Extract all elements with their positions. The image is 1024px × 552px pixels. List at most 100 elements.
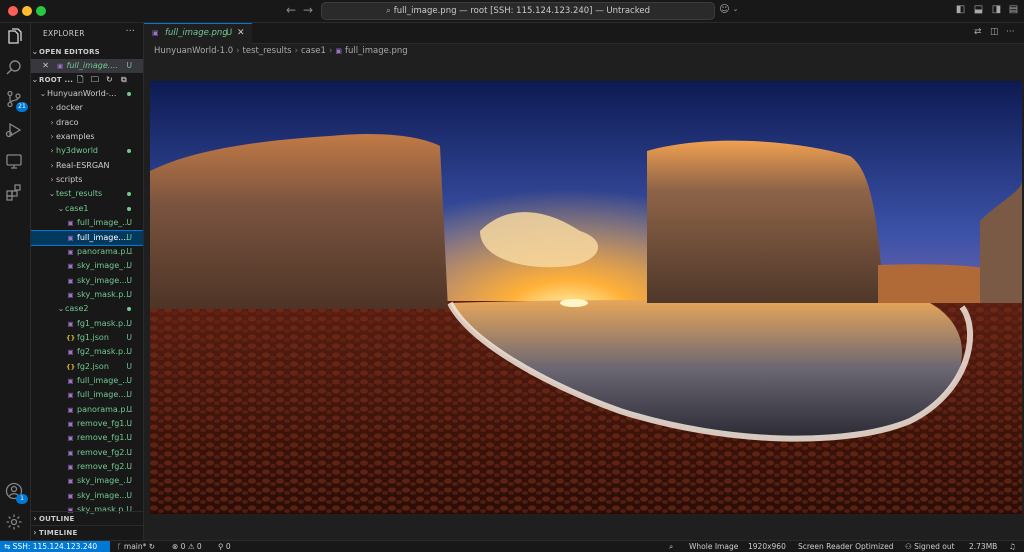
open-editors-header[interactable]: ⌄OPEN EDITORS (31, 45, 143, 59)
open-editor-item[interactable]: ✕ ▣ full_image.... U (31, 59, 143, 73)
screen-reader-mode[interactable]: Screen Reader Optimized (798, 541, 894, 552)
chevron-right-icon: › (50, 175, 54, 185)
git-branch-icon: ᚴ (117, 542, 124, 551)
tree-file[interactable]: ▣ sky_mask.p... U (31, 288, 143, 302)
window-close-button[interactable] (8, 6, 18, 16)
tree-file[interactable]: ▣ remove_fg2... U (31, 460, 143, 474)
close-icon[interactable]: ✕ (31, 59, 49, 73)
chevron-down-icon: ⌄ (57, 203, 65, 213)
tree-item-label: hy3dworld (56, 146, 98, 156)
zoom-icon[interactable]: ⌕ (669, 541, 673, 552)
tree-file[interactable]: ▣ full_image.... U (31, 229, 143, 246)
tree-folder[interactable]: ⌄test_results (31, 187, 143, 201)
tree-file[interactable]: ▣ full_image_... U (31, 374, 143, 388)
tree-file[interactable]: ▣ remove_fg2... U (31, 446, 143, 460)
tree-file[interactable]: ▣ panorama.p... U (31, 403, 143, 417)
toggle-primary-sidebar-icon[interactable]: ◧ (955, 4, 966, 15)
open-editor-label: full_image.... (66, 61, 118, 70)
tree-file[interactable]: ▣ fg1_mask.p... U (31, 317, 143, 331)
more-actions-icon[interactable]: ··· (1006, 27, 1015, 37)
breadcrumb-item[interactable]: test_results (243, 46, 292, 56)
tree-folder[interactable]: › Real-ESRGAN (31, 159, 143, 173)
new-folder-icon[interactable]: 🗀 (91, 73, 99, 87)
image-file-icon: ▣ (67, 420, 74, 429)
untracked-badge: U (126, 433, 133, 443)
tree-folder[interactable]: ⌄case1 (31, 202, 143, 216)
window-minimize-button[interactable] (22, 6, 32, 16)
toggle-secondary-sidebar-icon[interactable]: ◨ (991, 4, 1002, 15)
collapse-all-icon[interactable]: ⧉ (121, 73, 127, 87)
breadcrumb-item[interactable]: HunyuanWorld-1.0 (154, 46, 233, 56)
close-icon[interactable]: ✕ (237, 24, 245, 43)
source-control-icon[interactable]: 21 (5, 90, 28, 112)
tree-item-label: full_image_... (77, 218, 130, 228)
tab-status-badge: U (226, 28, 233, 38)
tree-file[interactable]: ▣ sky_image.... U (31, 489, 143, 503)
extensions-icon[interactable] (5, 183, 25, 203)
tree-file[interactable]: ▣ fg2_mask.p... U (31, 345, 143, 359)
tree-file[interactable]: ▣ full_image.... U (31, 388, 143, 402)
refresh-icon[interactable]: ↻ (106, 73, 113, 87)
breadcrumb-item[interactable]: case1 (301, 46, 326, 56)
new-file-icon[interactable]: 🗋 (77, 73, 84, 87)
remote-indicator[interactable]: ⇆ SSH: 115.124.123.240 (0, 541, 110, 552)
forward-arrow-icon[interactable]: → (303, 3, 313, 17)
tree-file[interactable]: {} fg1.json U (31, 331, 143, 345)
chevron-down-icon[interactable]: ⌄ (730, 4, 741, 15)
image-preview[interactable] (150, 81, 1022, 514)
zoom-level[interactable]: Whole Image (689, 541, 738, 552)
change-dot (127, 192, 131, 197)
outline-header[interactable]: › OUTLINE (31, 511, 143, 526)
explorer-icon[interactable] (5, 28, 25, 48)
tree-file[interactable]: ▣ remove_fg1... U (31, 431, 143, 445)
back-arrow-icon[interactable]: ← (286, 3, 296, 17)
image-file-icon: ▣ (67, 247, 74, 256)
tree-file[interactable]: ▣ sky_image.... U (31, 274, 143, 288)
tree-folder[interactable]: › docker (31, 101, 143, 115)
split-editor-icon[interactable]: ◫ (990, 27, 999, 37)
tree-file[interactable]: ▣ panorama.p... U (31, 245, 143, 259)
copilot-icon[interactable]: ☺ (719, 4, 730, 15)
ports-indicator[interactable]: ⚲ 0 (218, 541, 231, 552)
chevron-down-icon: ⌄ (39, 89, 47, 98)
root-folder-header[interactable]: ⌄ROOT ... 🗋 🗀 ↻ ⧉ (31, 73, 143, 87)
toggle-panel-icon[interactable]: ⬓ (973, 4, 984, 15)
manage-gear-icon[interactable] (5, 513, 25, 533)
tree-item-label: test_results (56, 189, 103, 199)
accounts-icon[interactable]: 1 (5, 482, 28, 504)
run-debug-icon[interactable] (5, 121, 25, 141)
tree-folder[interactable]: › draco (31, 116, 143, 130)
tree-folder[interactable]: ⌄HunyuanWorld-... (31, 87, 143, 101)
notifications-bell-icon[interactable]: ♫ (1009, 541, 1016, 552)
branch-indicator[interactable]: ᚴ main* ↻ (117, 541, 155, 552)
window-maximize-button[interactable] (36, 6, 46, 16)
tree-folder[interactable]: › scripts (31, 173, 143, 187)
tree-file[interactable]: ▣ sky_image_... U (31, 474, 143, 488)
tree-item-label: remove_fg2... (77, 447, 132, 457)
change-dot (127, 149, 131, 154)
timeline-header[interactable]: › TIMELINE (31, 525, 143, 540)
more-actions-icon[interactable]: ··· (125, 26, 135, 37)
remote-explorer-icon[interactable] (5, 152, 25, 172)
tree-file[interactable]: ▣ full_image_... U (31, 216, 143, 230)
tree-folder[interactable]: ⌄case2 (31, 302, 143, 316)
sync-icon[interactable]: ↻ (149, 542, 155, 551)
tree-file[interactable]: ▣ remove_fg1... U (31, 417, 143, 431)
open-changes-icon[interactable]: ⇄ (974, 27, 982, 37)
breadcrumb-item[interactable]: full_image.png (345, 46, 408, 56)
tree-folder[interactable]: › examples (31, 130, 143, 144)
search-icon[interactable] (5, 59, 25, 79)
customize-layout-icon[interactable]: ▤ (1008, 4, 1019, 15)
image-file-icon: ▣ (335, 47, 342, 55)
untracked-badge: U (126, 318, 133, 328)
tree-file[interactable]: {} fg2.json U (31, 360, 143, 374)
problems-indicator[interactable]: ⊗ 0 ⚠ 0 (172, 541, 202, 552)
timeline-label: TIMELINE (39, 529, 78, 537)
tree-folder[interactable]: › hy3dworld (31, 144, 143, 158)
tree-file[interactable]: ▣ sky_image_... U (31, 259, 143, 273)
accounts-status[interactable]: ⚇ Signed out (905, 541, 955, 552)
command-center[interactable]: ⌕ full_image.png — root [SSH: 115.124.123… (321, 2, 715, 20)
tab-full-image[interactable]: ▣ full_image.png U ✕ (144, 23, 252, 44)
image-file-icon: ▣ (152, 29, 159, 37)
panorama-image (150, 81, 1022, 514)
